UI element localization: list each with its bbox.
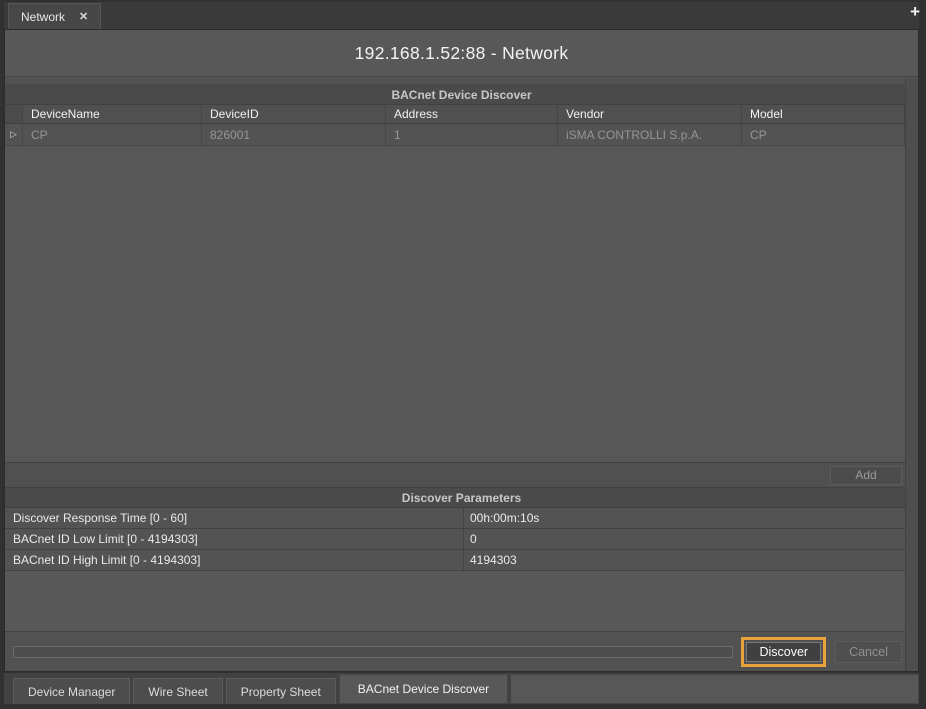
param-value-id-high-limit[interactable]: 4194303	[463, 550, 905, 570]
top-tab-bar: Network ✕	[4, 2, 919, 29]
bottom-tab-bar: Device Manager Wire Sheet Property Sheet…	[4, 673, 919, 704]
cell-vendor: iSMA CONTROLLI S.p.A.	[558, 124, 742, 145]
parameters-empty-area	[5, 571, 918, 631]
cell-model: CP	[742, 124, 905, 145]
column-header-address[interactable]: Address	[386, 105, 558, 123]
table-row[interactable]: ▷ CP 826001 1 iSMA CONTROLLI S.p.A. CP	[5, 124, 905, 146]
row-selector-icon: ▷	[5, 124, 23, 145]
tab-device-manager[interactable]: Device Manager	[13, 678, 130, 704]
column-header-vendor[interactable]: Vendor	[558, 105, 742, 123]
tab-wire-sheet[interactable]: Wire Sheet	[133, 678, 222, 704]
tab-property-sheet[interactable]: Property Sheet	[226, 678, 336, 704]
param-label: BACnet ID Low Limit [0 - 4194303]	[5, 529, 463, 549]
cell-devicename: CP	[23, 124, 202, 145]
tab-network-label: Network	[21, 10, 65, 24]
param-value-response-time[interactable]: 00h:00m:10s	[463, 508, 905, 528]
discover-progress-bar	[13, 646, 733, 658]
param-row-response-time: Discover Response Time [0 - 60] 00h:00m:…	[5, 508, 905, 529]
application-window: { "window": { "top_tab": { "label": "Net…	[0, 0, 926, 709]
param-label: BACnet ID High Limit [0 - 4194303]	[5, 550, 463, 570]
page-title: 192.168.1.52:88 - Network	[5, 30, 918, 77]
bottom-tabbar-filler	[511, 674, 919, 704]
param-row-id-high-limit: BACnet ID High Limit [0 - 4194303] 41943…	[5, 550, 905, 571]
footer-toolbar: Discover Cancel	[5, 631, 918, 671]
column-header-selector	[5, 105, 23, 123]
new-tab-icon[interactable]: +	[910, 2, 920, 22]
section-header-bacnet-device-discover: BACnet Device Discover	[5, 85, 918, 105]
column-header-deviceid[interactable]: DeviceID	[202, 105, 386, 123]
column-header-devicename[interactable]: DeviceName	[23, 105, 202, 123]
section-header-discover-parameters: Discover Parameters	[5, 487, 918, 508]
cell-deviceid: 826001	[202, 124, 386, 145]
discover-button-highlight: Discover	[741, 637, 826, 667]
device-table-empty-area	[5, 146, 918, 462]
close-tab-icon[interactable]: ✕	[79, 10, 88, 23]
title-spacer	[5, 77, 918, 85]
add-toolbar: Add	[5, 462, 918, 487]
vertical-scrollbar[interactable]	[905, 79, 918, 671]
param-value-id-low-limit[interactable]: 0	[463, 529, 905, 549]
column-header-model[interactable]: Model	[742, 105, 905, 123]
discover-button[interactable]: Discover	[746, 642, 821, 662]
cancel-button[interactable]: Cancel	[835, 641, 902, 663]
device-table-header: DeviceName DeviceID Address Vendor Model	[5, 105, 905, 124]
cell-address: 1	[386, 124, 558, 145]
tab-bacnet-device-discover[interactable]: BACnet Device Discover	[339, 674, 508, 704]
param-row-id-low-limit: BACnet ID Low Limit [0 - 4194303] 0	[5, 529, 905, 550]
param-label: Discover Response Time [0 - 60]	[5, 508, 463, 528]
main-panel: 192.168.1.52:88 - Network BACnet Device …	[4, 29, 919, 672]
add-button[interactable]: Add	[830, 466, 902, 485]
tab-network[interactable]: Network ✕	[8, 3, 101, 29]
